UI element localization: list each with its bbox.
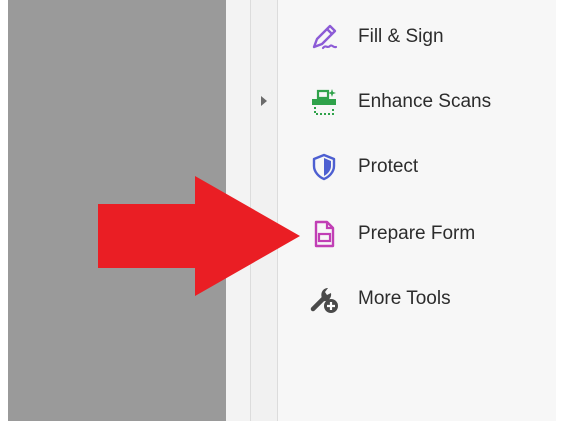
tools-pane: Fill & Sign Enhance Scans Protect Prepar… [278,0,556,421]
tool-label: More Tools [358,288,451,309]
red-arrow-annotation [98,176,300,296]
scanner-sparkle-icon [308,86,340,118]
tool-label: Prepare Form [358,223,476,244]
shield-icon [308,151,340,183]
tool-fill-sign[interactable]: Fill & Sign [278,12,556,62]
window-bottom-edge [0,421,565,433]
tool-protect[interactable]: Protect [278,142,556,192]
form-document-icon [308,218,340,250]
wrench-plus-icon [308,283,340,315]
tool-enhance-scans[interactable]: Enhance Scans [278,77,556,127]
tool-more-tools[interactable]: More Tools [278,274,556,324]
tool-prepare-form[interactable]: Prepare Form [278,209,556,259]
tool-label: Fill & Sign [358,26,444,47]
app-window: Fill & Sign Enhance Scans Protect Prepar… [0,0,565,433]
tool-label: Protect [358,156,419,177]
tool-label: Enhance Scans [358,91,492,112]
pen-signature-icon [308,21,340,53]
expand-pane-icon[interactable] [261,96,267,106]
